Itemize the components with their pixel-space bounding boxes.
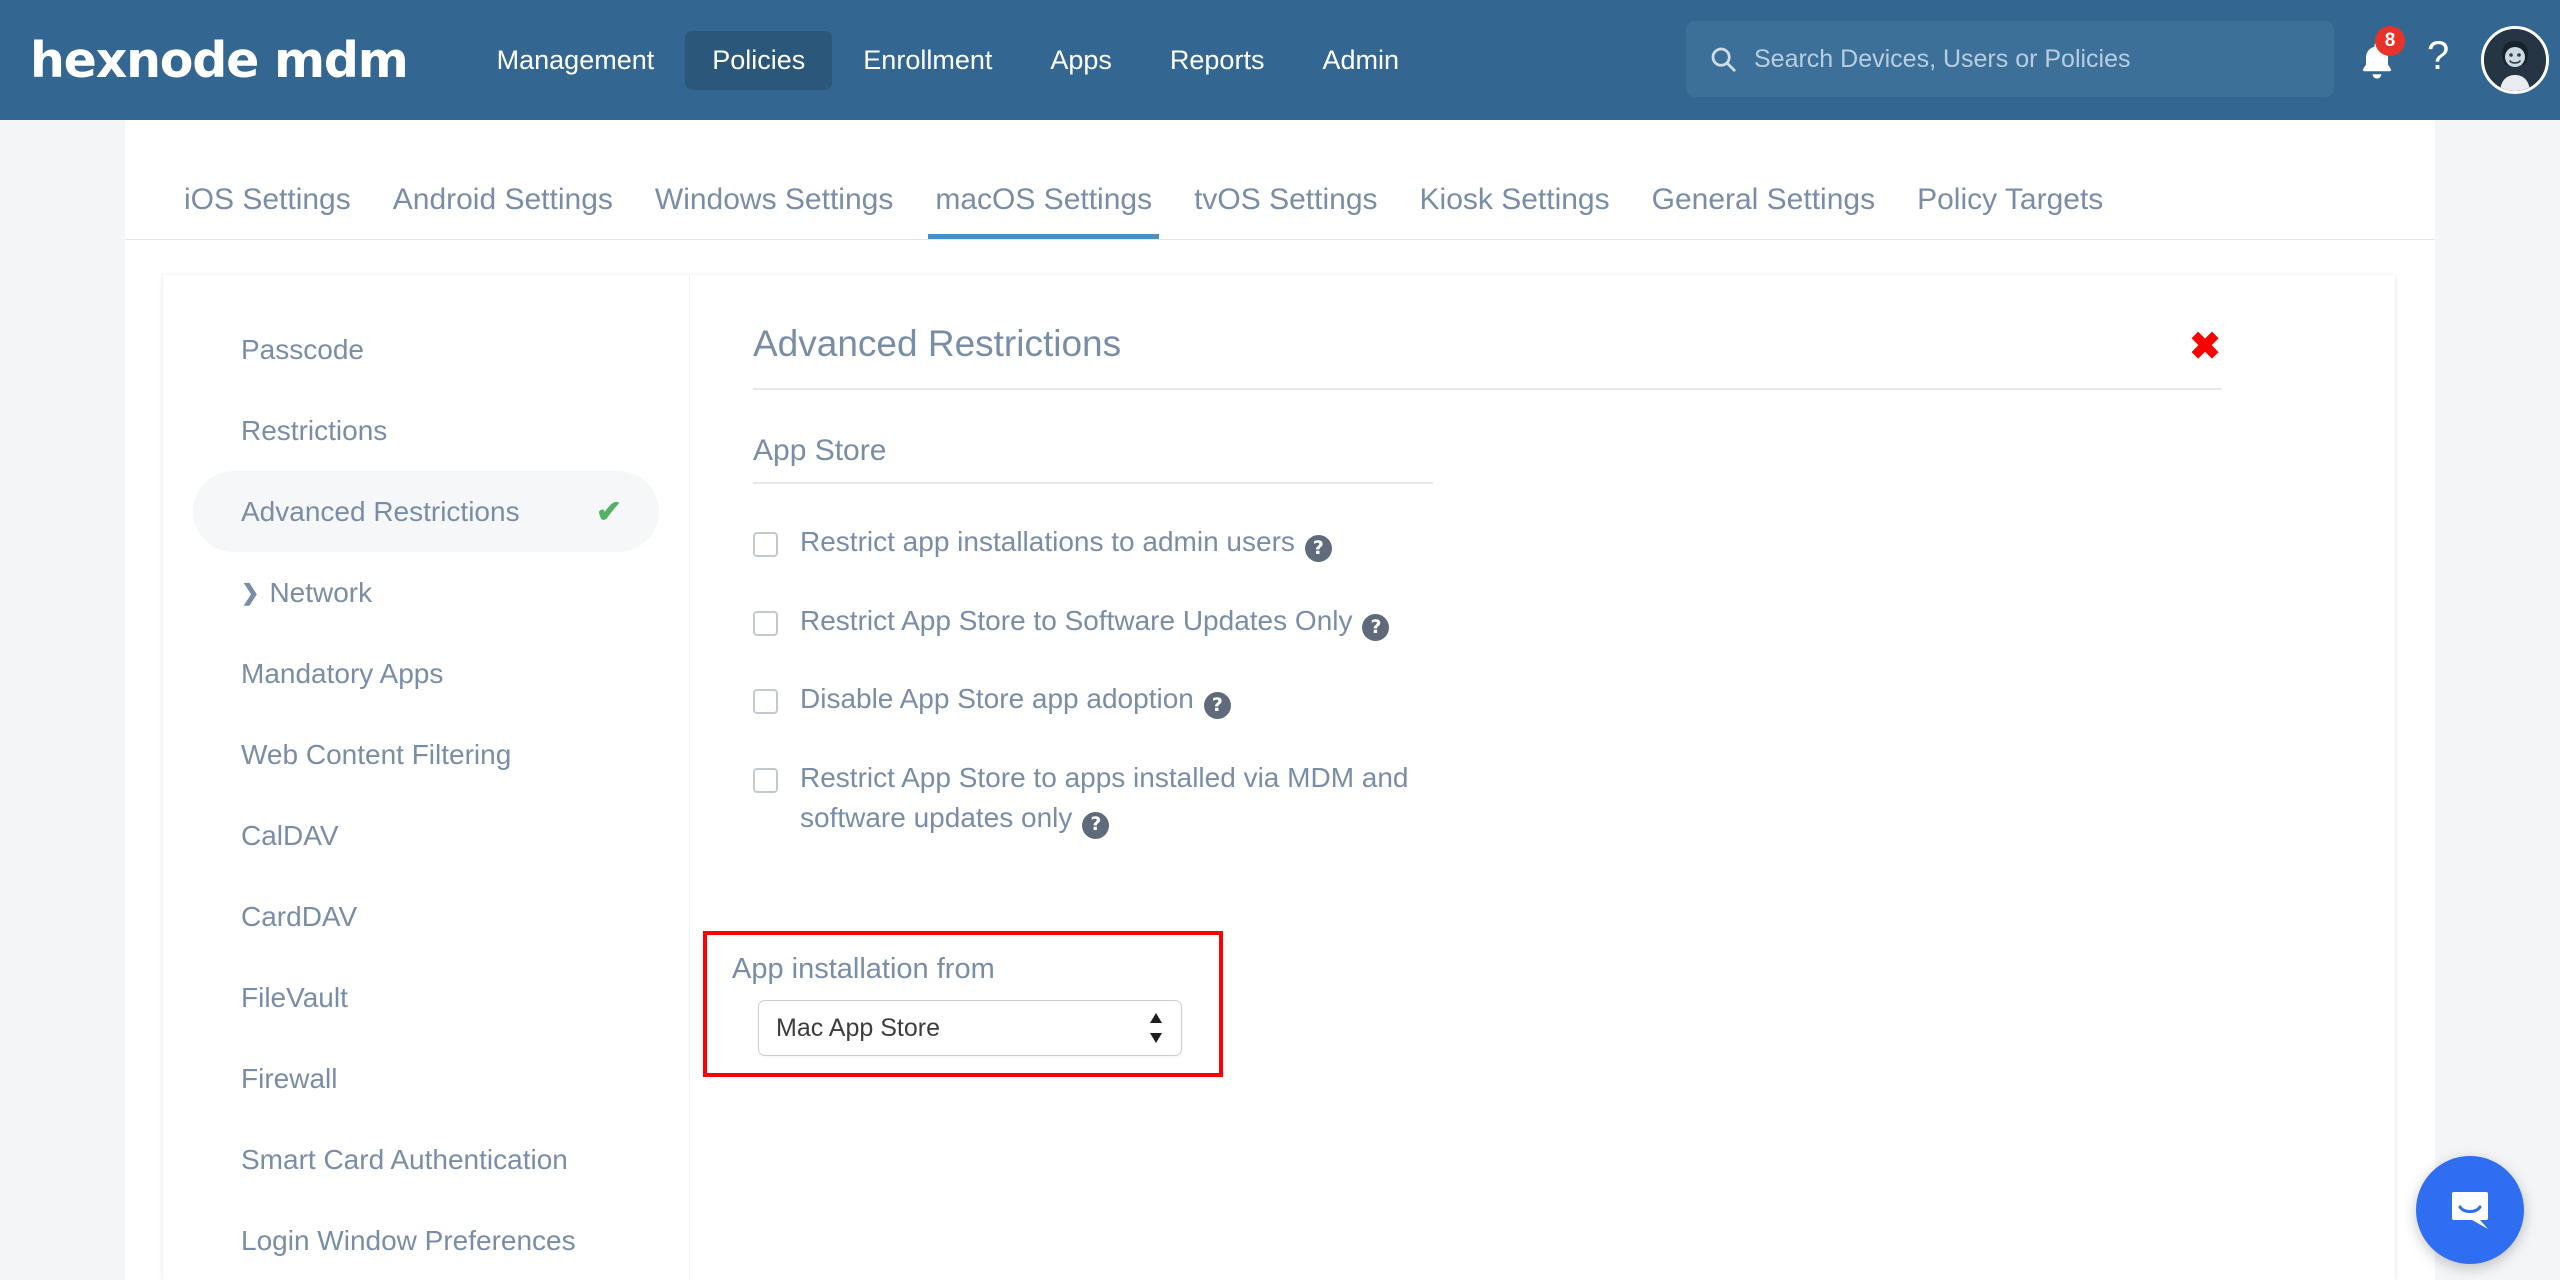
sidebar-item-label: Restrictions bbox=[241, 414, 388, 446]
settings-sidebar: Passcode Restrictions Advanced Restricti… bbox=[163, 275, 690, 1280]
checkbox-text: Disable App Store app adoption bbox=[800, 683, 1194, 715]
section-label-app-store: App Store bbox=[753, 434, 1433, 484]
tab-tvos-settings[interactable]: tvOS Settings bbox=[1173, 183, 1398, 239]
nav-item-policies[interactable]: Policies bbox=[685, 30, 833, 90]
sidebar-item-label: Smart Card Authentication bbox=[241, 1143, 568, 1175]
checkbox-label: Restrict App Store to apps installed via… bbox=[800, 758, 1440, 839]
sidebar-item-smart-card-authentication[interactable]: Smart Card Authentication bbox=[193, 1119, 659, 1200]
main-nav: Management Policies Enrollment Apps Repo… bbox=[470, 30, 1426, 90]
sidebar-item-carddav[interactable]: CardDAV bbox=[193, 876, 659, 957]
help-icon[interactable]: ? bbox=[2427, 36, 2449, 76]
app-installation-from-select[interactable]: Mac App Store bbox=[758, 1000, 1182, 1056]
nav-item-apps[interactable]: Apps bbox=[1023, 31, 1139, 90]
page-title: Advanced Restrictions bbox=[753, 323, 1122, 364]
tab-windows-settings[interactable]: Windows Settings bbox=[634, 183, 914, 239]
sidebar-item-mandatory-apps[interactable]: Mandatory Apps bbox=[193, 633, 659, 714]
sidebar-item-network[interactable]: ❯ Network bbox=[193, 552, 659, 633]
global-search[interactable] bbox=[1686, 21, 2334, 97]
help-icon[interactable]: ? bbox=[1362, 613, 1390, 641]
nav-item-admin[interactable]: Admin bbox=[1295, 31, 1426, 90]
checkbox-row-mdm-installed-only[interactable]: Restrict App Store to apps installed via… bbox=[753, 758, 2340, 839]
search-icon bbox=[1708, 44, 1738, 74]
app-installation-from-highlight: App installation from Mac App Store bbox=[703, 931, 1223, 1077]
notifications-button[interactable]: 8 bbox=[2355, 26, 2405, 84]
nav-item-enrollment[interactable]: Enrollment bbox=[836, 31, 1019, 90]
tab-policy-targets[interactable]: Policy Targets bbox=[1896, 183, 2124, 239]
close-icon[interactable]: ✖ bbox=[2189, 328, 2221, 366]
nav-item-management[interactable]: Management bbox=[470, 31, 682, 90]
checkmark-icon: ✔ bbox=[596, 494, 622, 529]
chat-bubble-icon bbox=[2452, 1192, 2488, 1229]
sidebar-item-label: Advanced Restrictions bbox=[241, 495, 520, 527]
help-icon[interactable]: ? bbox=[1082, 811, 1110, 839]
checkbox-text: Restrict app installations to admin user… bbox=[800, 526, 1295, 557]
sidebar-item-filevault[interactable]: FileVault bbox=[193, 957, 659, 1038]
sidebar-item-label: Mandatory Apps bbox=[241, 657, 444, 689]
chevron-right-icon: ❯ bbox=[241, 579, 260, 605]
nav-item-reports[interactable]: Reports bbox=[1143, 31, 1292, 90]
help-icon[interactable]: ? bbox=[1203, 692, 1231, 720]
checkbox-row-disable-app-adoption[interactable]: Disable App Store app adoption? bbox=[753, 679, 2340, 720]
app-logo[interactable]: hexnode mdm bbox=[30, 32, 409, 89]
sidebar-item-web-content-filtering[interactable]: Web Content Filtering bbox=[193, 714, 659, 795]
checkbox-row-software-updates-only[interactable]: Restrict App Store to Software Updates O… bbox=[753, 601, 2340, 642]
tab-ios-settings[interactable]: iOS Settings bbox=[163, 183, 372, 239]
sidebar-item-login-window-preferences[interactable]: Login Window Preferences bbox=[193, 1200, 659, 1280]
checkbox-software-updates-only[interactable] bbox=[753, 610, 778, 636]
page-left-gutter bbox=[0, 120, 125, 1280]
sidebar-item-label: Network bbox=[269, 576, 373, 608]
help-icon[interactable]: ? bbox=[1304, 535, 1332, 563]
sidebar-item-label: CardDAV bbox=[241, 900, 358, 932]
sidebar-item-label: Login Window Preferences bbox=[241, 1224, 576, 1256]
checkbox-label: Disable App Store app adoption? bbox=[800, 679, 1231, 720]
notification-badge: 8 bbox=[2375, 26, 2405, 56]
sidebar-item-label: CalDAV bbox=[241, 819, 339, 851]
checkbox-mdm-installed-only[interactable] bbox=[753, 767, 778, 793]
sidebar-item-firewall[interactable]: Firewall bbox=[193, 1038, 659, 1119]
sidebar-item-passcode[interactable]: Passcode bbox=[193, 309, 659, 390]
checkbox-label: Restrict app installations to admin user… bbox=[800, 522, 1332, 563]
sidebar-item-label: Firewall bbox=[241, 1062, 338, 1094]
checkbox-text: Restrict App Store to Software Updates O… bbox=[800, 604, 1353, 636]
tab-android-settings[interactable]: Android Settings bbox=[372, 183, 634, 239]
settings-tabs: iOS Settings Android Settings Windows Se… bbox=[125, 120, 2435, 240]
sidebar-item-advanced-restrictions[interactable]: Advanced Restrictions ✔ bbox=[193, 471, 659, 552]
tab-general-settings[interactable]: General Settings bbox=[1631, 183, 1896, 239]
settings-main-panel: Advanced Restrictions ✖ App Store Restri… bbox=[690, 275, 2395, 1280]
chat-launcher-button[interactable] bbox=[2416, 1156, 2524, 1264]
page-container: iOS Settings Android Settings Windows Se… bbox=[125, 120, 2435, 1280]
checkbox-row-restrict-admin-installs[interactable]: Restrict app installations to admin user… bbox=[753, 522, 2340, 563]
search-input[interactable] bbox=[1754, 44, 2334, 74]
tab-kiosk-settings[interactable]: Kiosk Settings bbox=[1399, 183, 1631, 239]
avatar[interactable] bbox=[2481, 26, 2549, 94]
app-installation-from-label: App installation from bbox=[732, 953, 995, 985]
page-right-gutter bbox=[2435, 120, 2560, 1280]
checkbox-label: Restrict App Store to Software Updates O… bbox=[800, 601, 1390, 642]
sidebar-item-label: Web Content Filtering bbox=[241, 738, 512, 770]
panel-header: Advanced Restrictions ✖ bbox=[753, 323, 2221, 390]
app-installation-from-select-wrap: Mac App Store bbox=[758, 1000, 1182, 1056]
sidebar-item-restrictions[interactable]: Restrictions bbox=[193, 390, 659, 471]
sidebar-item-label: FileVault bbox=[241, 981, 348, 1013]
checkbox-disable-app-adoption[interactable] bbox=[753, 689, 778, 715]
settings-card: Passcode Restrictions Advanced Restricti… bbox=[163, 275, 2395, 1280]
sidebar-item-caldav[interactable]: CalDAV bbox=[193, 795, 659, 876]
sidebar-item-label: Passcode bbox=[241, 333, 364, 365]
checkbox-restrict-admin-installs[interactable] bbox=[753, 532, 778, 557]
avatar-icon bbox=[2484, 29, 2546, 91]
tab-macos-settings[interactable]: macOS Settings bbox=[914, 183, 1173, 239]
